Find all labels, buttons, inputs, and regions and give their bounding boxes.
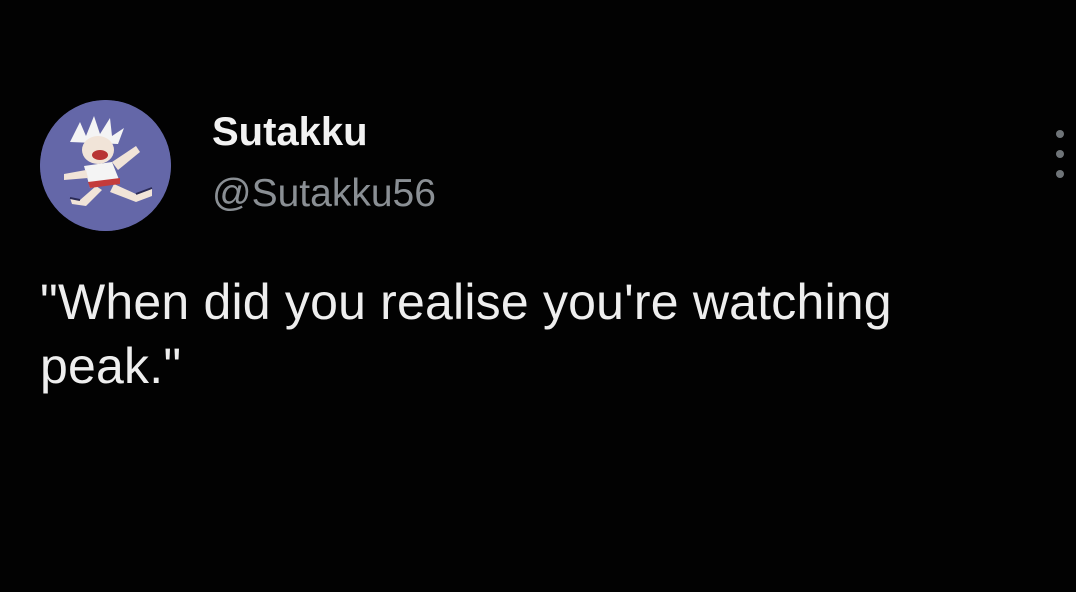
vertical-ellipsis-icon-dot <box>1056 170 1064 178</box>
user-handle[interactable]: @Sutakku56 <box>212 172 436 216</box>
cartoon-character-icon <box>40 100 171 231</box>
tweet-card: Sutakku @Sutakku56 "When did you realise… <box>0 0 1076 592</box>
avatar[interactable] <box>40 100 171 231</box>
display-name[interactable]: Sutakku <box>212 110 368 155</box>
more-options-button[interactable] <box>1046 126 1074 182</box>
vertical-ellipsis-icon <box>1056 130 1064 138</box>
tweet-text: "When did you realise you're watching pe… <box>40 274 892 394</box>
vertical-ellipsis-icon-dot <box>1056 150 1064 158</box>
